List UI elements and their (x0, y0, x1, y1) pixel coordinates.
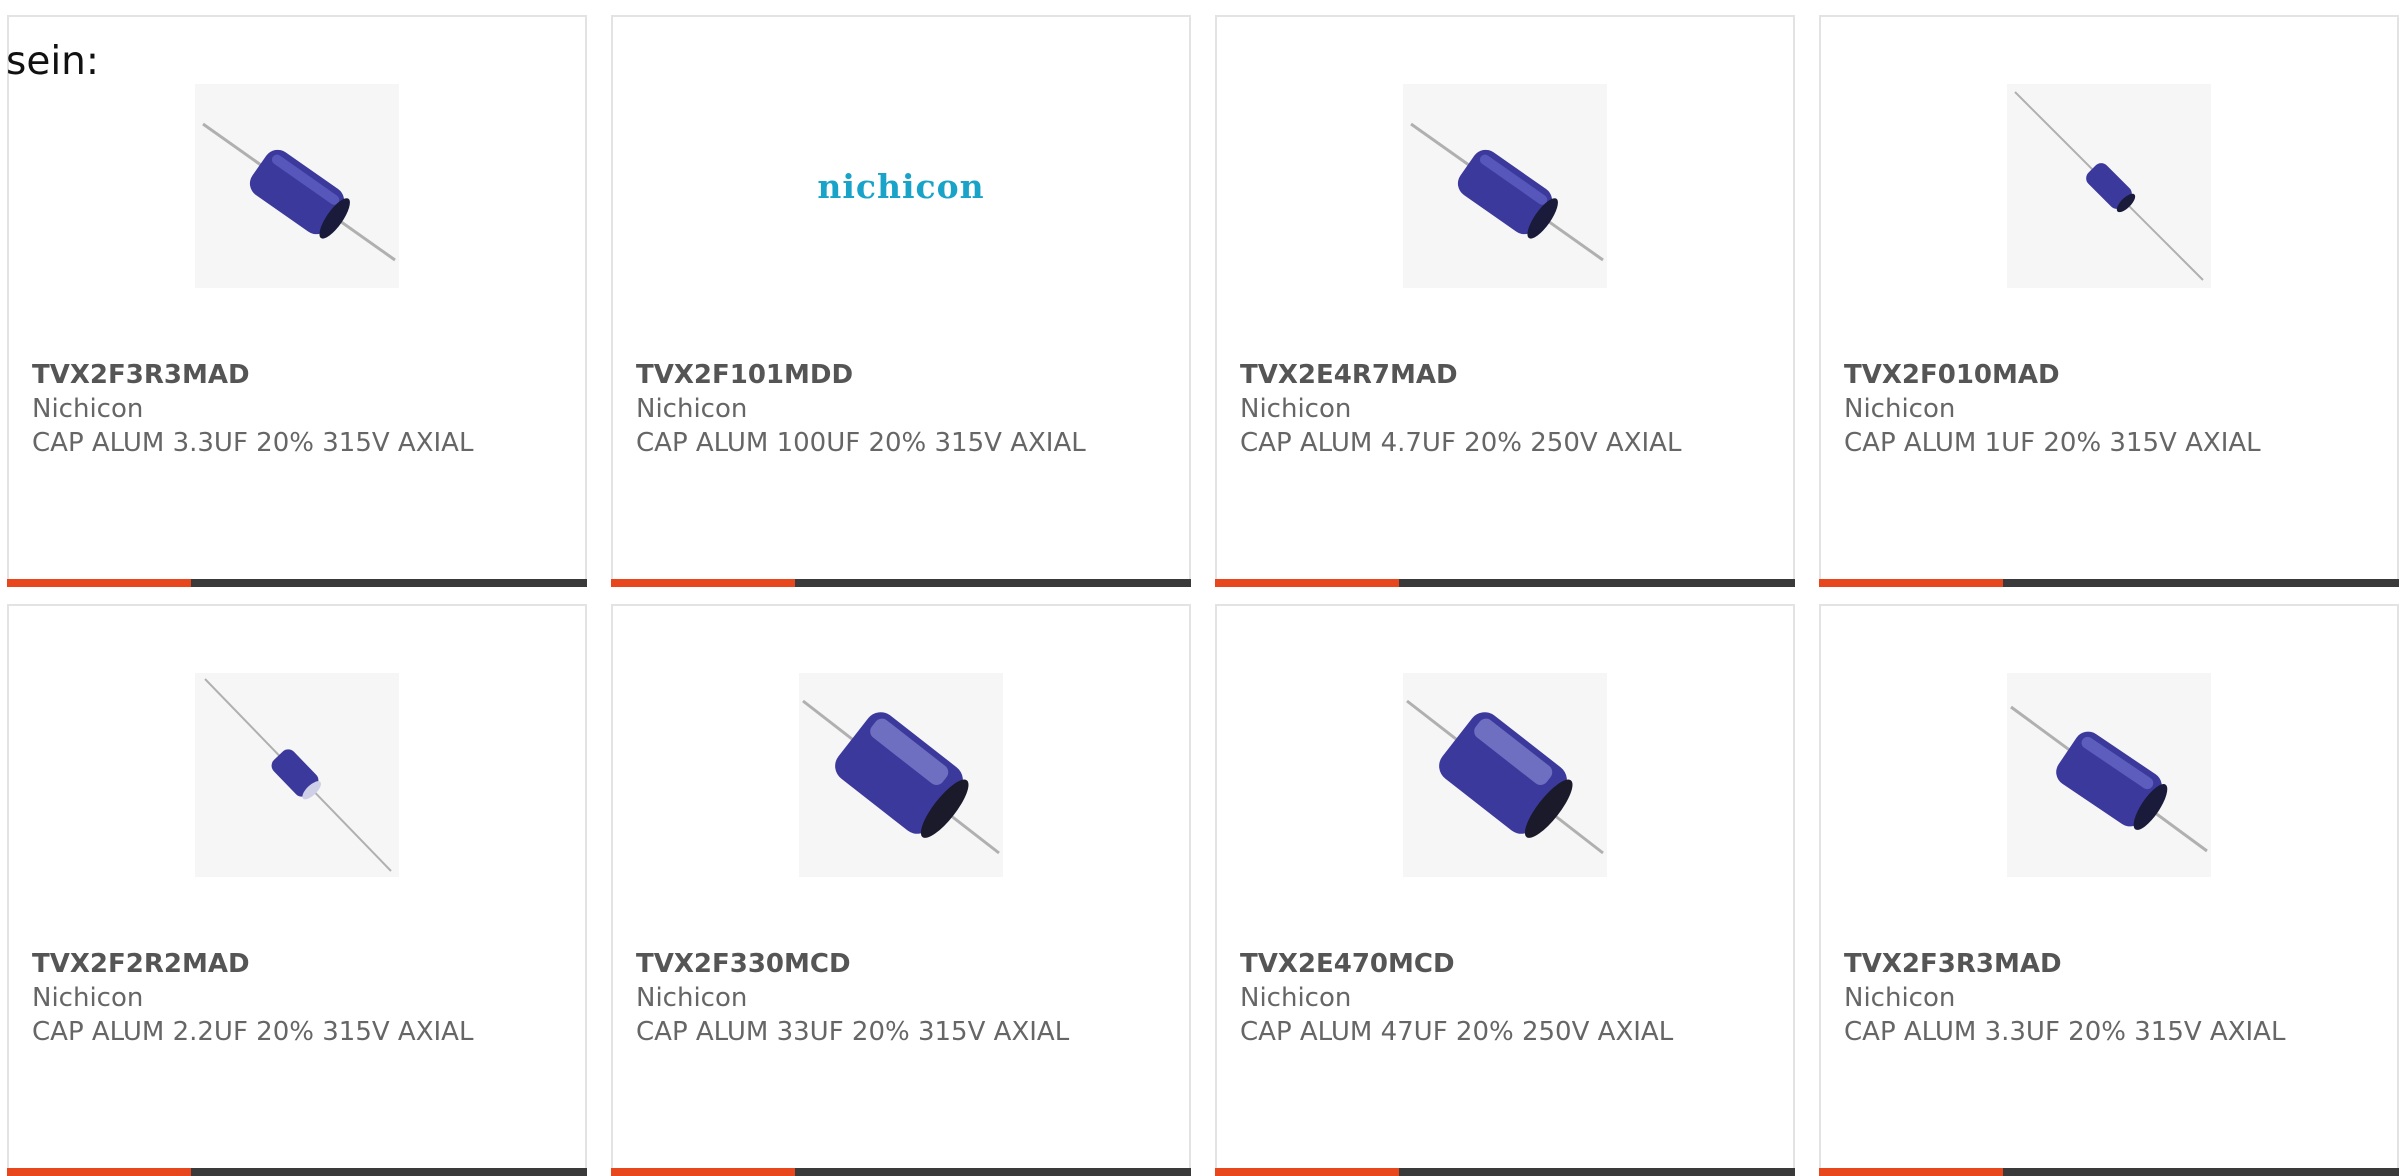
part-number[interactable]: TVX2F3R3MAD (1844, 947, 2314, 981)
card-bottom-bar (1215, 579, 1795, 587)
product-description: CAP ALUM 1UF 20% 315V AXIAL (1844, 428, 2261, 458)
card-bottom-bar (1819, 1168, 2399, 1176)
card-bottom-bar (7, 1168, 587, 1176)
product-card[interactable]: TVX2F3R3MAD Nichicon CAP ALUM 3.3UF 20% … (7, 15, 587, 587)
product-description: CAP ALUM 4.7UF 20% 250V AXIAL (1240, 428, 1682, 458)
product-image[interactable] (799, 673, 1003, 877)
part-number[interactable]: TVX2E470MCD (1240, 947, 1710, 981)
card-bottom-bar (7, 579, 587, 587)
part-number[interactable]: TVX2F330MCD (636, 947, 1106, 981)
manufacturer: Nichicon (1844, 394, 1956, 424)
product-description: CAP ALUM 100UF 20% 315V AXIAL (636, 428, 1086, 458)
capacitor-icon (2010, 705, 2208, 853)
part-number[interactable]: TVX2F010MAD (1844, 358, 2314, 392)
card-bar-accent (1819, 1168, 2003, 1176)
product-image[interactable]: nichicon (799, 84, 1003, 288)
product-card[interactable]: TVX2F2R2MAD Nichicon CAP ALUM 2.2UF 20% … (7, 604, 587, 1176)
manufacturer: Nichicon (32, 983, 144, 1013)
manufacturer: Nichicon (1844, 983, 1956, 1013)
product-description: CAP ALUM 2.2UF 20% 315V AXIAL (32, 1017, 474, 1047)
manufacturer: Nichicon (636, 394, 748, 424)
product-description: CAP ALUM 3.3UF 20% 315V AXIAL (32, 428, 474, 458)
product-grid: TVX2F3R3MAD Nichicon CAP ALUM 3.3UF 20% … (7, 15, 2399, 1176)
part-number[interactable]: TVX2F2R2MAD (32, 947, 502, 981)
product-image[interactable] (2007, 84, 2211, 288)
product-image[interactable] (1403, 673, 1607, 877)
product-image[interactable] (1403, 84, 1607, 288)
product-image[interactable] (195, 673, 399, 877)
product-image[interactable] (195, 84, 399, 288)
product-description: CAP ALUM 3.3UF 20% 315V AXIAL (1844, 1017, 2286, 1047)
card-bar-accent (1215, 579, 1399, 587)
product-card[interactable]: TVX2F330MCD Nichicon CAP ALUM 33UF 20% 3… (611, 604, 1191, 1176)
product-card[interactable]: TVX2E4R7MAD Nichicon CAP ALUM 4.7UF 20% … (1215, 15, 1795, 587)
product-card[interactable]: TVX2F3R3MAD Nichicon CAP ALUM 3.3UF 20% … (1819, 604, 2399, 1176)
card-bar-accent (611, 579, 795, 587)
manufacturer: Nichicon (636, 983, 748, 1013)
capacitor-icon (802, 699, 1000, 855)
capacitor-icon (204, 678, 392, 872)
product-image[interactable] (2007, 673, 2211, 877)
manufacturer: Nichicon (1240, 983, 1352, 1013)
card-bar-accent (7, 579, 191, 587)
part-number[interactable]: TVX2F101MDD (636, 358, 1106, 392)
capacitor-icon (1410, 122, 1604, 262)
part-number[interactable]: TVX2F3R3MAD (32, 358, 502, 392)
card-bottom-bar (1215, 1168, 1795, 1176)
capacitor-icon (2014, 91, 2204, 281)
manufacturer: Nichicon (1240, 394, 1352, 424)
intro-text: sein: (6, 39, 100, 84)
nichicon-logo: nichicon (817, 166, 985, 206)
product-card[interactable]: TVX2F010MAD Nichicon CAP ALUM 1UF 20% 31… (1819, 15, 2399, 587)
card-bottom-bar (611, 579, 1191, 587)
card-bottom-bar (611, 1168, 1191, 1176)
card-bar-accent (7, 1168, 191, 1176)
product-card[interactable]: nichicon TVX2F101MDD Nichicon CAP ALUM 1… (611, 15, 1191, 587)
product-description: CAP ALUM 33UF 20% 315V AXIAL (636, 1017, 1070, 1047)
product-card[interactable]: TVX2E470MCD Nichicon CAP ALUM 47UF 20% 2… (1215, 604, 1795, 1176)
card-bar-accent (1215, 1168, 1399, 1176)
manufacturer: Nichicon (32, 394, 144, 424)
capacitor-icon (1406, 699, 1604, 855)
product-description: CAP ALUM 47UF 20% 250V AXIAL (1240, 1017, 1674, 1047)
part-number[interactable]: TVX2E4R7MAD (1240, 358, 1710, 392)
card-bar-accent (611, 1168, 795, 1176)
capacitor-icon (202, 122, 396, 262)
card-bar-accent (1819, 579, 2003, 587)
card-bottom-bar (1819, 579, 2399, 587)
